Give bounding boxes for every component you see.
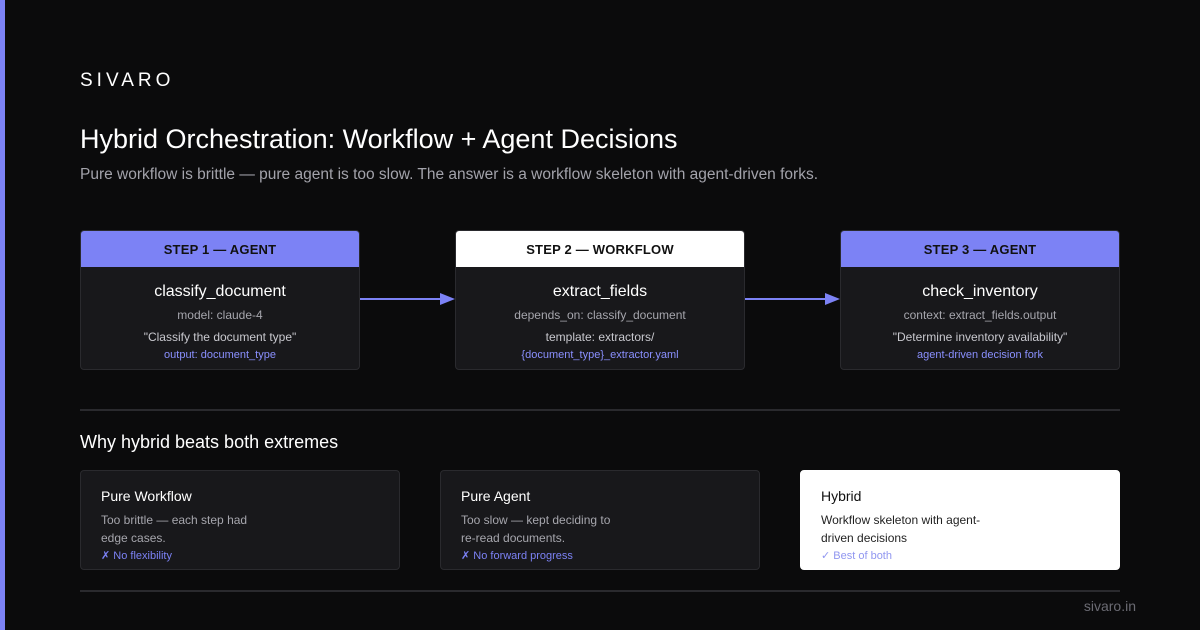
step-output: agent-driven decision fork: [917, 349, 1043, 361]
card-hybrid: Hybrid Workflow skeleton with agent-driv…: [800, 470, 1120, 570]
step-name: extract_fields: [552, 283, 648, 300]
card-pure-workflow: Pure Workflow Too brittle — each step ha…: [80, 470, 400, 570]
arrow-right-icon: [360, 292, 455, 306]
step-header: STEP 3 — AGENT: [841, 231, 1119, 267]
card-body: Workflow skeleton with agent-driven deci…: [821, 513, 981, 545]
step-header: STEP 1 — AGENT: [81, 231, 359, 267]
card-verdict: ✓ Best of both: [821, 550, 892, 562]
step-description: "Classify the document type": [143, 330, 297, 344]
step-output: {document_type}_extractor.yaml: [521, 349, 679, 361]
card-body: Too brittle — each step had edge cases.: [101, 513, 248, 545]
card-body: Too slow — kept deciding to re-read docu…: [461, 513, 611, 545]
arrow-right-icon: [745, 292, 840, 306]
step-meta: context: extract_fields.output: [903, 308, 1057, 322]
card-verdict: ✗ No forward progress: [461, 550, 573, 562]
page-subtitle: Pure workflow is brittle — pure agent is…: [80, 166, 819, 183]
step-name: check_inventory: [922, 283, 1038, 300]
step-card-classify: STEP 1 — AGENT classify_document model: …: [80, 230, 360, 370]
page-title: Hybrid Orchestration: Workflow + Agent D…: [80, 124, 678, 154]
accent-bar: [0, 0, 5, 630]
footer-url[interactable]: sivaro.in: [1084, 598, 1136, 614]
step-output: output: document_type: [164, 349, 276, 361]
step-header: STEP 2 — WORKFLOW: [456, 231, 744, 267]
card-pure-agent: Pure Agent Too slow — kept deciding to r…: [440, 470, 760, 570]
card-title: Hybrid: [821, 488, 862, 504]
step-card-extract: STEP 2 — WORKFLOW extract_fields depends…: [455, 230, 745, 370]
card-verdict: ✗ No flexibility: [101, 550, 172, 562]
section-title: Why hybrid beats both extremes: [80, 432, 339, 452]
footer-divider: [80, 590, 1120, 592]
card-title: Pure Workflow: [101, 488, 192, 504]
step-meta: model: claude-4: [177, 308, 263, 322]
step-name: classify_document: [154, 283, 286, 300]
step-description: "Determine inventory availability": [892, 330, 1068, 344]
brand-logo: SIVARO: [80, 70, 175, 91]
step-card-inventory: STEP 3 — AGENT check_inventory context: …: [840, 230, 1120, 370]
card-title: Pure Agent: [461, 488, 531, 504]
step-meta: depends_on: classify_document: [514, 308, 686, 322]
section-divider: [80, 409, 1120, 411]
step-description: template: extractors/: [545, 330, 655, 344]
